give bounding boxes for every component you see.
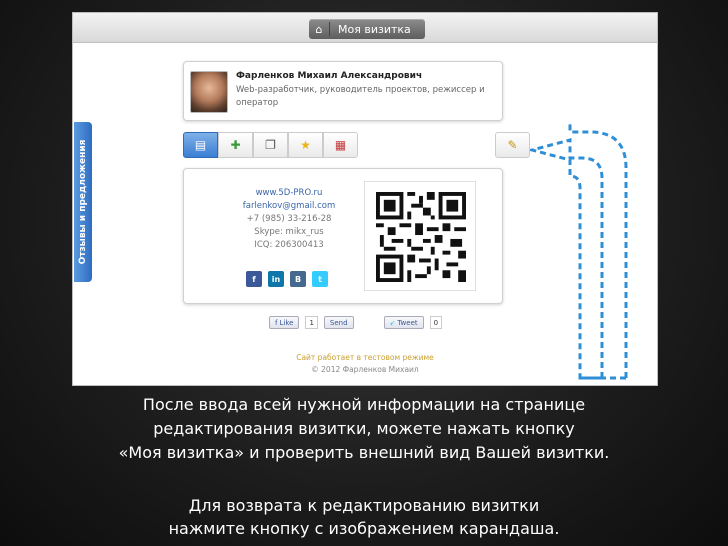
- caption-line-2: редактирования визитки, можете нажать кн…: [153, 419, 575, 438]
- send-label: Send: [329, 318, 348, 327]
- profile-description: Web-разработчик, руководитель проектов, …: [236, 85, 485, 108]
- tweet-button[interactable]: ➹ Tweet: [383, 316, 424, 329]
- qr-code: [364, 181, 476, 291]
- twitter-icon: ➹: [389, 318, 396, 327]
- divider: [329, 22, 330, 36]
- profile-name: Фарленков Михаил Александрович: [236, 71, 423, 81]
- linkedin-icon[interactable]: in: [268, 271, 284, 287]
- tab-copy[interactable]: ❐: [253, 132, 288, 158]
- contact-card: www.5D-PRO.ru farlenkov@gmail.com +7 (98…: [183, 168, 503, 304]
- tweet-count: 0: [429, 316, 443, 329]
- feedback-tab-label: Отзывы и предложения: [78, 139, 88, 265]
- dashed-arrow: [530, 122, 628, 380]
- facebook-icon[interactable]: f: [246, 271, 262, 287]
- contact-info: www.5D-PRO.ru farlenkov@gmail.com +7 (98…: [224, 187, 354, 252]
- avatar: [190, 71, 228, 113]
- edit-button[interactable]: ✎: [495, 132, 530, 158]
- profile-card: Фарленков Михаил Александрович Web-разра…: [183, 61, 503, 121]
- send-button[interactable]: Send: [323, 316, 354, 329]
- tab-favorite[interactable]: ★: [288, 132, 323, 158]
- caption-secondary: Для возврата к редактированию визитки на…: [0, 494, 728, 540]
- email-link[interactable]: farlenkov@gmail.com: [224, 200, 354, 213]
- caption-main: После ввода всей нужной информации на ст…: [0, 393, 728, 465]
- twitter-icon[interactable]: t: [312, 271, 328, 287]
- caption-line-5: нажмите кнопку с изображением карандаша.: [168, 519, 560, 538]
- tweet-label: Tweet: [397, 318, 418, 327]
- calendar-icon: ▦: [334, 138, 347, 152]
- skype-text: Skype: mikx_rus: [254, 227, 324, 237]
- caption-line-1: После ввода всей нужной информации на ст…: [142, 395, 586, 414]
- caption-line-4: Для возврата к редактированию визитки: [188, 496, 540, 515]
- social-links: f in B t: [246, 271, 328, 287]
- my-card-button[interactable]: ⌂ Моя визитка: [309, 19, 425, 39]
- star-icon: ★: [300, 138, 311, 152]
- caption-line-3: «Моя визитка» и проверить внешний вид Ва…: [118, 443, 610, 462]
- feedback-tab[interactable]: Отзывы и предложения: [74, 122, 92, 282]
- my-card-label: Моя визитка: [338, 22, 411, 36]
- tab-add-contact[interactable]: ✚: [218, 132, 253, 158]
- copy-icon: ❐: [265, 138, 276, 152]
- share-buttons: f Like 1 Send ➹ Tweet 0: [269, 316, 443, 329]
- like-count: 1: [305, 316, 318, 329]
- vkontakte-icon[interactable]: B: [290, 271, 306, 287]
- tab-calendar[interactable]: ▦: [323, 132, 358, 158]
- phone-text: +7 (985) 33-216-28: [246, 214, 332, 224]
- contact-card-icon: ▤: [194, 138, 207, 152]
- website-link[interactable]: www.5D-PRO.ru: [224, 187, 354, 200]
- like-label: Like: [279, 318, 294, 327]
- home-icon[interactable]: ⌂: [309, 23, 329, 36]
- pencil-icon: ✎: [507, 138, 518, 152]
- tab-contact-card[interactable]: ▤: [183, 132, 218, 158]
- icq-text: ICQ: 206300413: [254, 240, 324, 250]
- qr-code-image: [376, 192, 466, 282]
- top-bar: ⌂ Моя визитка: [73, 13, 657, 43]
- like-button[interactable]: f Like: [269, 316, 300, 329]
- facebook-icon: f: [275, 318, 278, 327]
- card-tabs: ▤ ✚ ❐ ★ ▦: [183, 132, 358, 158]
- add-user-icon: ✚: [230, 138, 241, 152]
